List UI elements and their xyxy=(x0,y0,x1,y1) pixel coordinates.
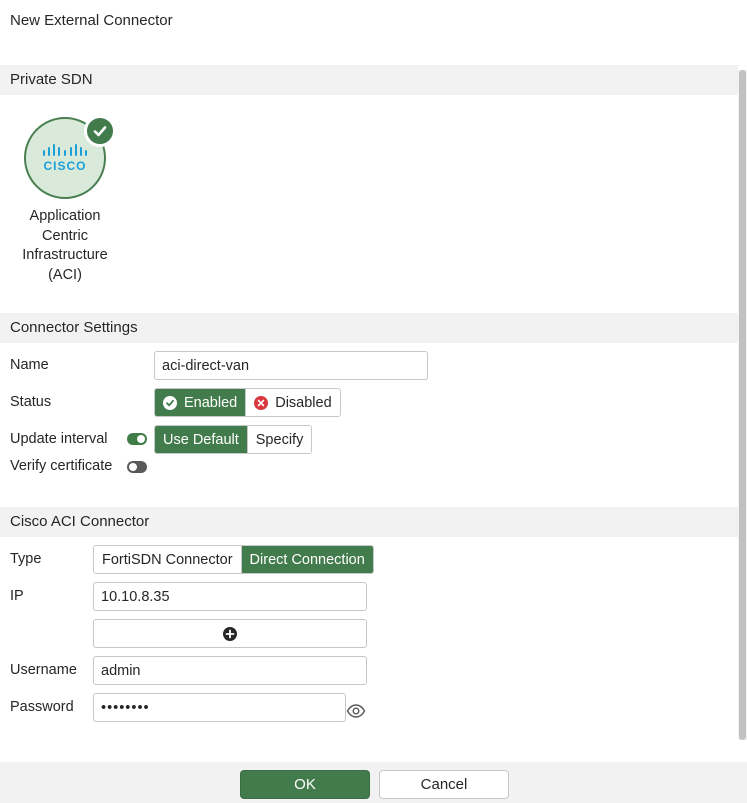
verify-certificate-toggle[interactable] xyxy=(127,461,147,473)
ok-button[interactable]: OK xyxy=(240,770,370,799)
type-fortisdn-button[interactable]: FortiSDN Connector xyxy=(94,546,242,573)
scrollbar[interactable] xyxy=(738,70,747,740)
update-interval-group: Use Default Specify xyxy=(154,425,313,454)
add-ip-button[interactable] xyxy=(93,619,367,648)
update-interval-toggle[interactable] xyxy=(127,433,147,445)
specify-button[interactable]: Specify xyxy=(247,426,312,453)
status-disabled-label: Disabled xyxy=(275,394,332,411)
ip-input[interactable] xyxy=(93,582,367,611)
section-header-connector-settings: Connector Settings xyxy=(0,313,738,343)
sdn-name-line: (ACI) xyxy=(48,266,82,283)
section-header-cisco-aci: Cisco ACI Connector xyxy=(0,507,738,537)
cancel-button[interactable]: Cancel xyxy=(379,770,509,799)
eye-icon[interactable] xyxy=(346,703,366,719)
type-label: Type xyxy=(10,551,42,567)
check-circle-icon xyxy=(163,395,177,410)
status-enabled-label: Enabled xyxy=(184,394,238,411)
sdn-card-name: Application Centric Infrastructure (ACI) xyxy=(10,207,120,285)
x-circle-icon xyxy=(254,395,269,410)
name-label: Name xyxy=(10,357,49,373)
status-disabled-button[interactable]: Disabled xyxy=(246,389,340,416)
page-title: New External Connector xyxy=(10,12,173,29)
cisco-bars-icon xyxy=(43,144,87,156)
update-interval-label: Update interval xyxy=(10,431,108,447)
sdn-card-aci[interactable]: CISCO Application Centric Infrastructure… xyxy=(10,115,120,285)
scrollbar-thumb[interactable] xyxy=(739,70,746,740)
password-label: Password xyxy=(10,699,74,715)
type-direct-button[interactable]: Direct Connection xyxy=(241,546,373,573)
username-label: Username xyxy=(10,662,77,678)
status-label: Status xyxy=(10,394,52,410)
section-header-private-sdn: Private SDN xyxy=(0,65,738,95)
footer-bar xyxy=(0,762,747,803)
sdn-name-line: Application xyxy=(29,208,101,224)
password-input[interactable] xyxy=(93,693,346,722)
cisco-logo-text: CISCO xyxy=(43,159,87,173)
sdn-name-line: Centric xyxy=(42,227,88,244)
use-default-button[interactable]: Use Default xyxy=(155,426,248,453)
verify-certificate-label: Verify certificate xyxy=(10,458,113,474)
sdn-name-line: Infrastructure xyxy=(22,247,108,263)
cisco-logo: CISCO xyxy=(24,115,116,199)
name-input[interactable] xyxy=(154,351,428,380)
plus-circle-icon xyxy=(223,626,237,641)
selected-check-icon xyxy=(84,115,116,147)
ip-label: IP xyxy=(10,588,24,604)
status-toggle-group: Enabled Disabled xyxy=(154,388,341,417)
username-input[interactable] xyxy=(93,656,367,685)
status-enabled-button[interactable]: Enabled xyxy=(155,389,247,416)
type-toggle-group: FortiSDN Connector Direct Connection xyxy=(93,545,374,574)
